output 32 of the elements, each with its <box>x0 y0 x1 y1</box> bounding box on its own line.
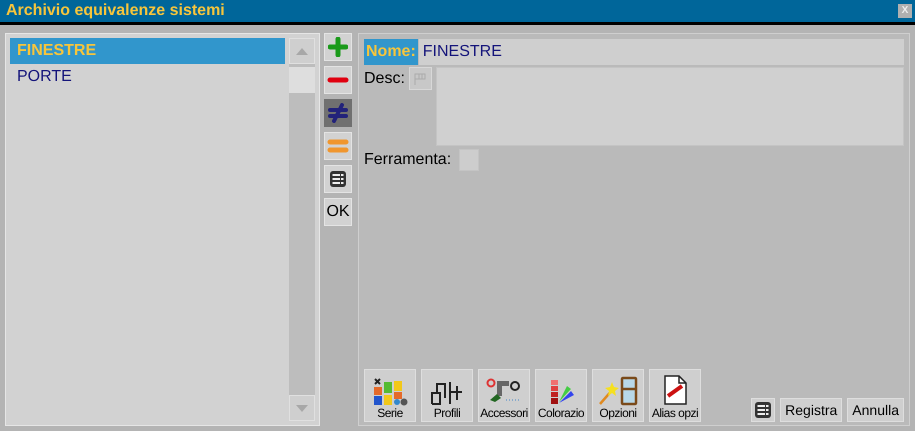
scrollbar[interactable] <box>289 38 315 421</box>
flag-icon <box>414 72 426 84</box>
not-equal-icon <box>327 103 349 123</box>
flag-button[interactable] <box>408 67 432 90</box>
magic-wand-window-icon <box>598 376 638 406</box>
window-title: Archivio equivalenze sistemi <box>6 1 225 21</box>
blocks-icon <box>372 378 408 406</box>
tool-tile[interactable]: Colorazio <box>535 369 587 422</box>
table-icon <box>329 170 347 188</box>
name-field[interactable]: FINESTRE <box>418 39 904 65</box>
tool-tile[interactable]: Alias opzi <box>649 369 701 422</box>
scroll-down-button[interactable] <box>289 395 315 421</box>
tool-tile[interactable]: Profili <box>421 369 473 422</box>
hardware-label: Ferramenta: <box>364 150 452 170</box>
scroll-thumb[interactable] <box>289 67 315 93</box>
footer-button[interactable]: Registra <box>780 398 842 422</box>
plus-icon <box>328 37 348 57</box>
footer-button[interactable]: Annulla <box>847 398 904 422</box>
equals-icon <box>327 138 349 154</box>
tool-tile[interactable]: Accessori <box>478 369 530 422</box>
tool-tile[interactable]: Serie <box>364 369 416 422</box>
down-arrow-icon <box>296 404 308 412</box>
desc-label: Desc: <box>364 69 405 89</box>
name-label: Nome: <box>364 39 418 65</box>
up-arrow-icon <box>296 48 308 54</box>
ok-button[interactable]: OK <box>324 198 352 226</box>
minus-icon <box>327 76 349 84</box>
list-icon <box>754 401 772 419</box>
scroll-up-button[interactable] <box>289 38 315 64</box>
list-item[interactable]: PORTE <box>10 64 285 90</box>
table-button[interactable] <box>751 398 776 422</box>
tool-tile[interactable]: Opzioni <box>592 369 644 422</box>
